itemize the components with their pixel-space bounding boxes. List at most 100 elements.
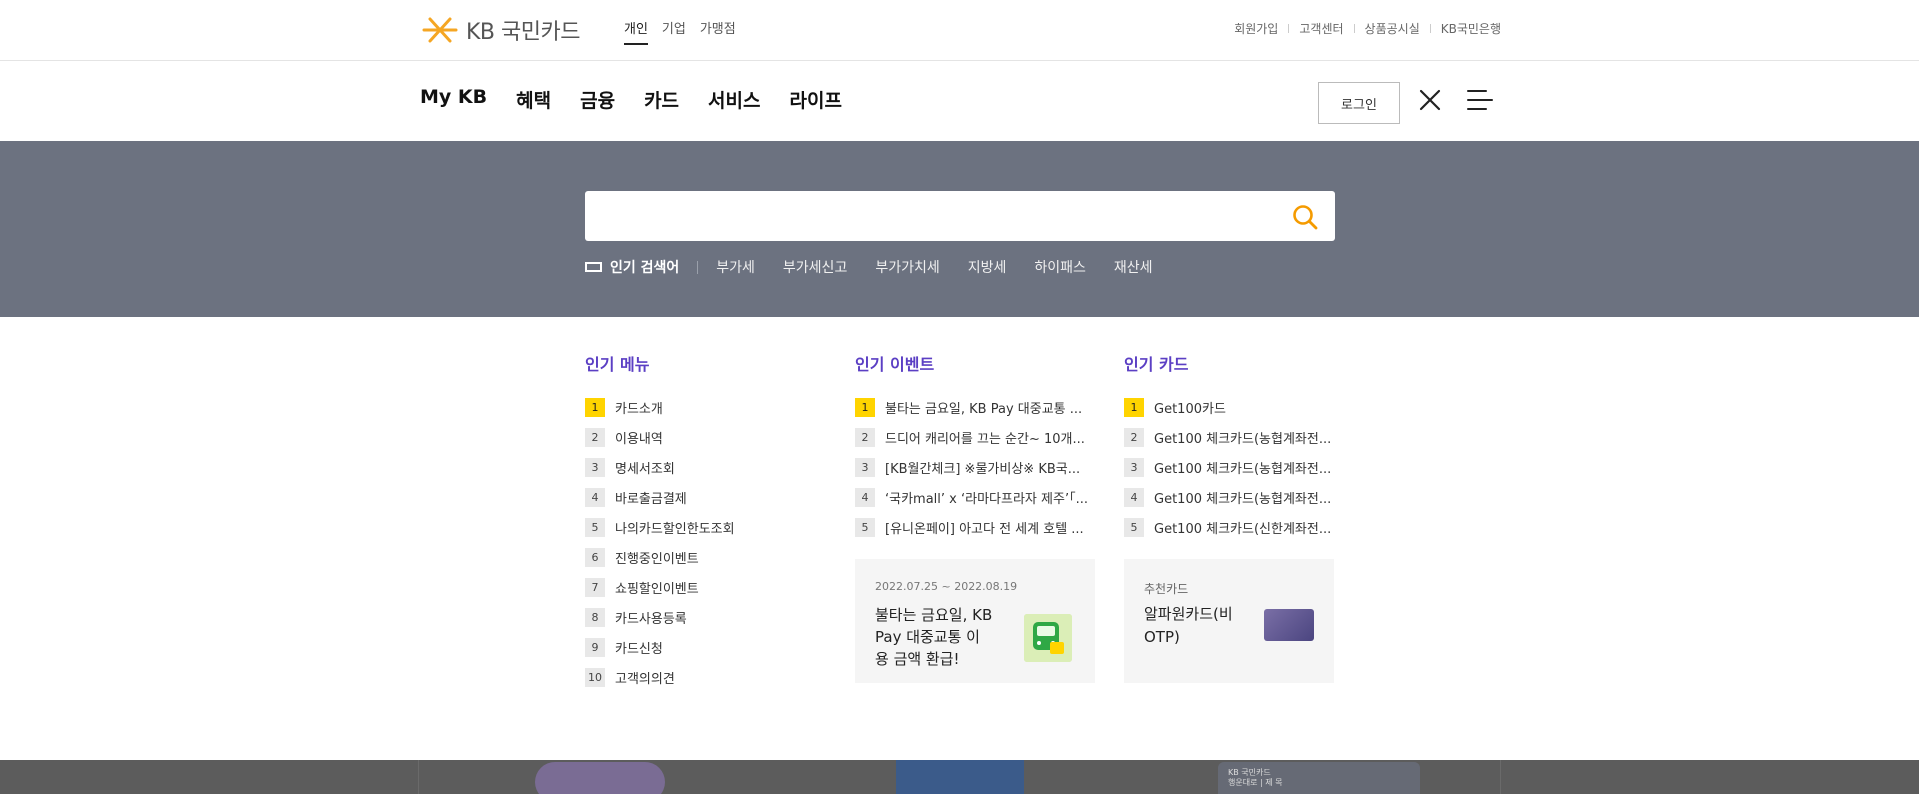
list-item[interactable]: 6 진행중인이벤트 bbox=[585, 542, 825, 572]
list-item-label: Get100 체크카드(농협계좌전... bbox=[1154, 461, 1332, 477]
banner-text-line: 행운대로 | 제 목 bbox=[1228, 778, 1283, 787]
rank-badge: 3 bbox=[855, 457, 875, 477]
popular-keywords-label: 인기 검색어 bbox=[610, 260, 680, 276]
rank-badge: 1 bbox=[855, 397, 875, 417]
list-item-label: Get100 체크카드(농협계좌전... bbox=[1154, 431, 1332, 447]
recommend-label: 추천카드 bbox=[1144, 582, 1189, 596]
search-box bbox=[585, 191, 1335, 241]
rank-badge: 10 bbox=[585, 667, 605, 687]
list-item[interactable]: 9 카드신청 bbox=[585, 632, 825, 662]
list-item-label: 바로출금결제 bbox=[615, 491, 687, 507]
list-item[interactable]: 1 Get100카드 bbox=[1124, 392, 1334, 422]
list-item-label: 나의카드할인한도조회 bbox=[615, 521, 735, 537]
list-item[interactable]: 3 명세서조회 bbox=[585, 452, 825, 482]
list-item[interactable]: 5 Get100 체크카드(신한계좌전... bbox=[1124, 512, 1334, 542]
gnb-item-life[interactable]: 라이프 bbox=[789, 86, 841, 113]
list-item[interactable]: 5 나의카드할인한도조회 bbox=[585, 512, 825, 542]
gnb-item-mykb[interactable]: My KB bbox=[420, 86, 487, 113]
search-band: 인기 검색어 부가세 부가세신고 부가가치세 지방세 하이패스 재산세 bbox=[0, 141, 1919, 317]
search-input[interactable] bbox=[585, 191, 1265, 241]
popular-cards-column: 인기 카드 1 Get100카드 2 Get100 체크카드(농협계좌전... 3G… bbox=[1124, 351, 1334, 542]
popular-menu-title: 인기 메뉴 bbox=[585, 355, 650, 374]
gnb-item-finance[interactable]: 금융 bbox=[580, 86, 615, 113]
list-item-label: 카드신청 bbox=[615, 641, 663, 657]
list-item[interactable]: 4 바로출금결제 bbox=[585, 482, 825, 512]
signup-link[interactable]: 회원가입 bbox=[1234, 20, 1278, 37]
kb-bank-link[interactable]: KB국민은행 bbox=[1441, 20, 1501, 37]
tab-personal[interactable]: 개인 bbox=[624, 18, 648, 45]
list-item-label: 고객의의견 bbox=[615, 671, 675, 687]
list-item[interactable]: 1 카드소개 bbox=[585, 392, 825, 422]
segment-tabs: 개인 기업 가맹점 bbox=[624, 18, 736, 45]
rank-badge: 4 bbox=[1124, 487, 1144, 507]
list-item[interactable]: 4 ‘국카mall’ x ‘라마다프라자 제주’「... bbox=[855, 482, 1095, 512]
keyword-link[interactable]: 지방세 bbox=[968, 257, 1007, 277]
list-item[interactable]: 3 Get100 체크카드(농협계좌전... bbox=[1124, 452, 1334, 482]
divider bbox=[1429, 24, 1431, 33]
list-item-label: 카드사용등록 bbox=[615, 611, 687, 627]
gnb-item-service[interactable]: 서비스 bbox=[708, 86, 760, 113]
rank-badge: 9 bbox=[585, 637, 605, 657]
rank-badge: 5 bbox=[585, 517, 605, 537]
popular-menu-column: 인기 메뉴 1 카드소개 2 이용내역 3 명세서조회 4 바로출금결제 5 나의카드할인… bbox=[585, 351, 825, 692]
credit-card-image bbox=[1264, 609, 1314, 641]
login-button[interactable]: 로그인 bbox=[1318, 82, 1400, 124]
customer-center-link[interactable]: 고객센터 bbox=[1299, 20, 1343, 37]
list-item[interactable]: 10 고객의의견 bbox=[585, 662, 825, 692]
rank-badge: 4 bbox=[855, 487, 875, 507]
event-promo-card[interactable]: 2022.07.25 ~ 2022.08.19 불타는 금요일, KB Pay … bbox=[855, 559, 1095, 683]
utility-links: 회원가입 고객센터 상품공시실 KB국민은행 bbox=[1234, 20, 1501, 37]
kb-logo[interactable]: KB 국민카드 bbox=[420, 14, 580, 46]
list-item-label: 쇼핑할인이벤트 bbox=[615, 581, 699, 597]
banner-image bbox=[896, 760, 1024, 794]
logo-text: KB 국민카드 bbox=[466, 20, 580, 45]
close-icon[interactable] bbox=[1418, 88, 1442, 112]
promo-title: 불타는 금요일, KB Pay 대중교통 이용 금액 환급! bbox=[875, 606, 993, 668]
rank-badge: 8 bbox=[585, 607, 605, 627]
list-item[interactable]: 2 Get100 체크카드(농협계좌전... bbox=[1124, 422, 1334, 452]
list-item-label: Get100 체크카드(농협계좌전... bbox=[1154, 491, 1332, 507]
list-item[interactable]: 3 [KB월간체크] ※물가비상※ KB국... bbox=[855, 452, 1095, 482]
hamburger-menu-icon[interactable] bbox=[1466, 88, 1494, 112]
rank-badge: 6 bbox=[585, 547, 605, 567]
list-item[interactable]: 8 카드사용등록 bbox=[585, 602, 825, 632]
keyword-box-icon bbox=[585, 262, 602, 272]
keyword-link[interactable]: 부가가치세 bbox=[875, 257, 939, 277]
popular-keywords: 인기 검색어 부가세 부가세신고 부가가치세 지방세 하이패스 재산세 bbox=[585, 257, 1181, 277]
list-item[interactable]: 1 불타는 금요일, KB Pay 대중교통 ... bbox=[855, 392, 1095, 422]
rank-badge: 3 bbox=[585, 457, 605, 477]
rank-badge: 2 bbox=[585, 427, 605, 447]
recommended-card[interactable]: 추천카드 알파원카드(비OTP) bbox=[1124, 559, 1334, 683]
list-item[interactable]: 5 [유니온페이] 아고다 전 세계 호텔 ... bbox=[855, 512, 1095, 542]
divider bbox=[697, 260, 699, 274]
bus-icon bbox=[1024, 614, 1072, 662]
tab-merchant[interactable]: 가맹점 bbox=[700, 18, 736, 45]
keyword-link[interactable]: 부가세신고 bbox=[783, 257, 847, 277]
list-item-label: [KB월간체크] ※물가비상※ KB국... bbox=[885, 461, 1081, 477]
list-item[interactable]: 2 드디어 캐리어를 끄는 순간~ 10개... bbox=[855, 422, 1095, 452]
background-page-preview: KB 국민카드 행운대로 | 제 목 bbox=[0, 760, 1919, 794]
popular-keywords-title: 인기 검색어 bbox=[585, 257, 679, 277]
popular-menu-list: 1 카드소개 2 이용내역 3 명세서조회 4 바로출금결제 5 나의카드할인한도조회 6… bbox=[585, 392, 825, 692]
search-icon[interactable] bbox=[1291, 203, 1319, 231]
popular-cards-list: 1 Get100카드 2 Get100 체크카드(농협계좌전... 3 Get100 … bbox=[1124, 392, 1334, 542]
list-item-label: 이용내역 bbox=[615, 431, 663, 447]
rank-badge: 3 bbox=[1124, 457, 1144, 477]
list-item[interactable]: 4 Get100 체크카드(농협계좌전... bbox=[1124, 482, 1334, 512]
gnb-item-card[interactable]: 카드 bbox=[644, 86, 679, 113]
keyword-link[interactable]: 하이패스 bbox=[1034, 257, 1086, 277]
list-item[interactable]: 2 이용내역 bbox=[585, 422, 825, 452]
tab-business[interactable]: 기업 bbox=[662, 18, 686, 45]
rank-badge: 1 bbox=[585, 397, 605, 417]
list-item[interactable]: 7 쇼핑할인이벤트 bbox=[585, 572, 825, 602]
list-item-label: Get100 체크카드(신한계좌전... bbox=[1154, 521, 1332, 537]
balloons-image bbox=[535, 762, 665, 794]
keyword-link[interactable]: 재산세 bbox=[1114, 257, 1153, 277]
kb-star-icon bbox=[422, 17, 458, 43]
list-item-label: Get100카드 bbox=[1154, 401, 1226, 417]
keyword-link[interactable]: 부가세 bbox=[716, 257, 755, 277]
list-item-label: 명세서조회 bbox=[615, 461, 675, 477]
product-disclosure-link[interactable]: 상품공시실 bbox=[1365, 20, 1420, 37]
rank-badge: 4 bbox=[585, 487, 605, 507]
gnb-item-benefits[interactable]: 혜택 bbox=[516, 86, 551, 113]
